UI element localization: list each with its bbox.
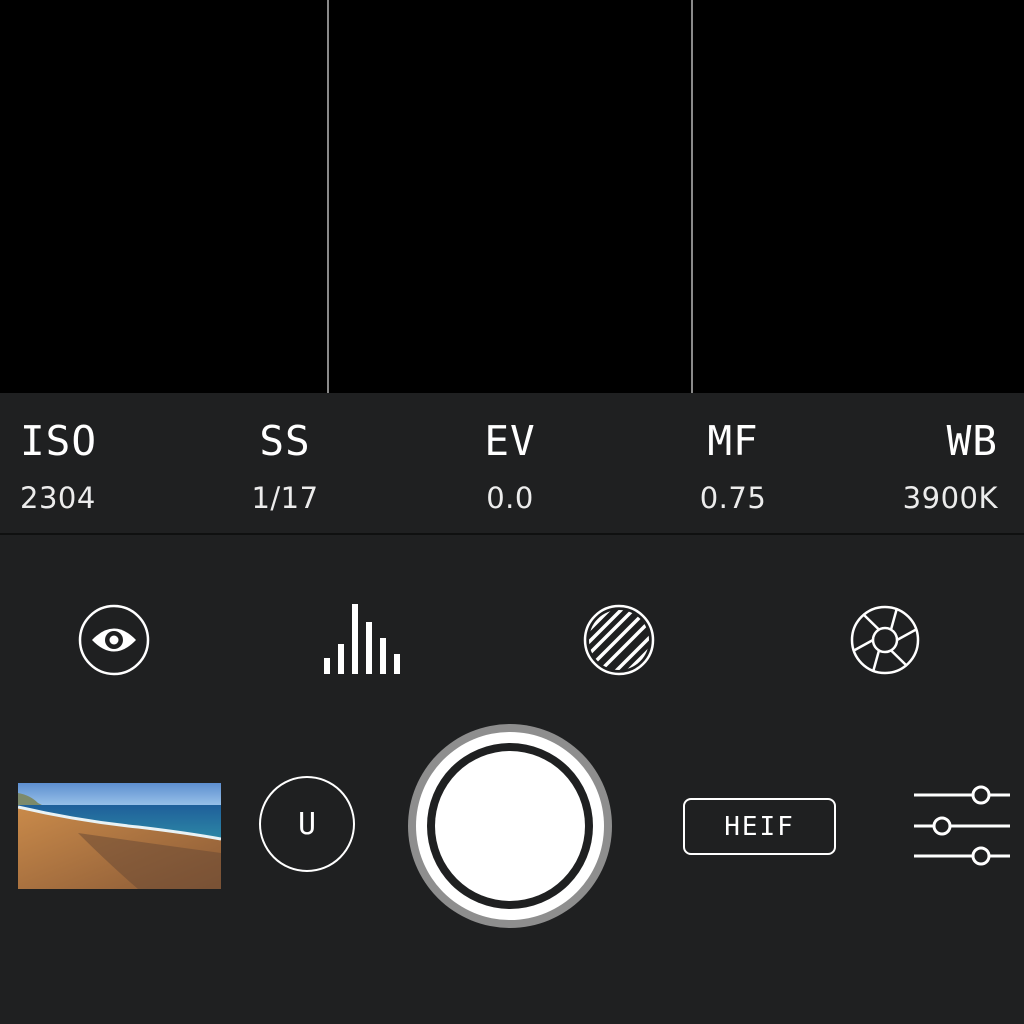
param-ev[interactable]: EV 0.0	[430, 393, 590, 533]
param-wb-value: 3900K	[902, 481, 998, 515]
histogram-button[interactable]	[322, 600, 412, 680]
param-ss-label: SS	[259, 417, 311, 465]
focus-peaking-button[interactable]	[74, 600, 154, 680]
param-iso-label: ISO	[20, 417, 98, 465]
format-label: HEIF	[724, 811, 795, 842]
beach-photo-thumbnail	[18, 783, 221, 889]
param-ss-value: 1/17	[251, 481, 319, 515]
zebra-button[interactable]	[579, 600, 659, 680]
param-ev-label: EV	[484, 417, 536, 465]
param-iso[interactable]: ISO 2304	[20, 393, 180, 533]
mode-label: U	[297, 806, 317, 842]
param-ss[interactable]: SS 1/17	[205, 393, 365, 533]
aperture-icon	[850, 605, 920, 675]
grid-line-right	[691, 0, 693, 393]
shutter-button[interactable]	[404, 720, 616, 932]
zebra-stripes-icon	[583, 604, 655, 676]
eye-icon	[78, 604, 150, 676]
sliders-icon	[914, 785, 1010, 866]
param-mf[interactable]: MF 0.75	[653, 393, 813, 533]
param-mf-label: MF	[707, 417, 759, 465]
param-wb[interactable]: WB 3900K	[852, 393, 1012, 533]
param-ev-value: 0.0	[486, 481, 534, 515]
aperture-button[interactable]	[845, 600, 925, 680]
mode-button[interactable]: U	[259, 776, 355, 872]
last-photo-thumbnail[interactable]	[18, 783, 221, 889]
exposure-params-bar: ISO 2304 SS 1/17 EV 0.0 MF 0.75 WB 3900K	[0, 393, 1024, 535]
param-iso-value: 2304	[20, 481, 96, 515]
param-mf-value: 0.75	[699, 481, 767, 515]
param-wb-label: WB	[946, 417, 998, 465]
settings-button[interactable]	[912, 780, 1012, 870]
grid-line-left	[327, 0, 329, 393]
format-button[interactable]: HEIF	[683, 798, 836, 855]
viewfinder[interactable]	[0, 0, 1024, 393]
histogram-icon	[324, 604, 400, 674]
shutter-button-icon	[408, 724, 612, 928]
